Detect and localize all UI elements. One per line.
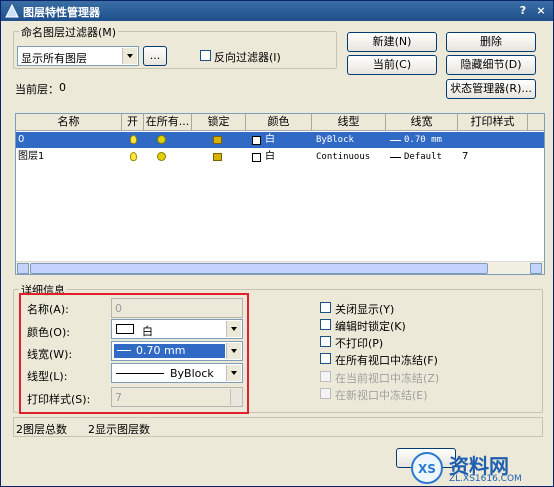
current-layer-value: 0 <box>59 81 66 94</box>
layer-name: 图层1 <box>18 151 45 162</box>
name-value: 0 <box>115 302 122 315</box>
layer-linetype[interactable]: ByBlock <box>316 132 354 148</box>
watermark-url: ZL.XS1616.COM <box>449 474 522 484</box>
lightbulb-icon[interactable] <box>130 152 137 161</box>
status-bar: 2图层总数 2显示图层数 <box>13 417 543 437</box>
shown-layers: 2显示图层数 <box>88 423 150 436</box>
col-plotstyle[interactable]: 打印样式 <box>458 114 528 131</box>
layer-linetype[interactable]: Continuous <box>316 149 370 165</box>
layer-plotstyle: 7 <box>462 151 469 162</box>
name-field: 0 <box>111 298 243 318</box>
lineweight-select[interactable]: 0.70 mm <box>111 341 243 361</box>
new-layer-button[interactable]: 新建(N) <box>347 32 437 52</box>
watermark-logo-icon: XS <box>411 452 443 484</box>
chevron-down-icon <box>122 48 137 64</box>
invert-filter-checkbox[interactable] <box>200 50 211 61</box>
checkbox-noplot[interactable] <box>320 336 331 347</box>
color-swatch[interactable] <box>252 136 261 145</box>
sun-icon[interactable] <box>157 152 166 161</box>
lightbulb-icon[interactable] <box>130 135 137 144</box>
plotstyle-field: 7 <box>111 387 243 407</box>
plotstyle-value: 7 <box>115 391 122 404</box>
col-linetype[interactable]: 线型 <box>312 114 386 131</box>
chevron-down-icon <box>226 321 241 337</box>
watermark: XS 资料网 ZL.XS1616.COM <box>409 449 553 487</box>
help-button[interactable]: ? <box>516 4 530 18</box>
window-title: 图层特性管理器 <box>23 6 100 19</box>
total-layers: 2图层总数 <box>16 423 67 436</box>
filter-browse-button[interactable]: ... <box>143 46 167 66</box>
lineweight-value: 0.70 mm <box>136 344 186 357</box>
checkbox-label: 在当前视口中冻结(Z) <box>335 372 440 385</box>
lock-icon[interactable] <box>213 136 222 144</box>
col-lineweight[interactable]: 线宽 <box>386 114 458 131</box>
layer-color: 白 <box>265 134 275 145</box>
checkbox-off[interactable] <box>320 302 331 313</box>
linetype-value: ByBlock <box>170 367 214 380</box>
linetype-line <box>116 373 164 374</box>
col-color[interactable]: 颜色 <box>246 114 312 131</box>
table-row[interactable]: 图层1 白 Continuous Default 7 <box>16 149 544 165</box>
checkbox-label: 在新视口中冻结(E) <box>335 389 428 402</box>
checkbox-label: 在所有视口中冻结(F) <box>335 354 438 367</box>
set-current-button[interactable]: 当前(C) <box>347 55 437 75</box>
app-icon <box>5 4 19 18</box>
layer-color: 白 <box>265 151 275 162</box>
checkbox-label: 关闭显示(Y) <box>335 303 395 316</box>
col-freeze-all[interactable]: 在所有... <box>144 114 192 131</box>
invert-filter-label: 反向过滤器(I) <box>214 51 281 64</box>
filter-group-label: 命名图层过滤器(M) <box>19 24 119 40</box>
chevron-down-icon <box>226 343 241 359</box>
checkbox-label: 不打印(P) <box>335 337 384 350</box>
linetype-label: 线型(L): <box>27 370 68 383</box>
layer-properties-window: 图层特性管理器 ? × 命名图层过滤器(M) 显示所有图层 ... 反向过滤器(… <box>0 0 554 487</box>
lineweight-selected: 0.70 mm <box>114 344 225 358</box>
plotstyle-label: 打印样式(S): <box>27 393 91 406</box>
table-header: 名称 开 在所有... 锁定 颜色 线型 线宽 打印样式 <box>16 114 544 131</box>
delete-layer-button[interactable]: 删除 <box>446 32 536 52</box>
svg-text:XS: XS <box>418 462 436 476</box>
chevron-down-icon <box>226 365 241 381</box>
linetype-select[interactable]: ByBlock <box>111 363 243 383</box>
layer-lineweight[interactable]: 0.70 mm <box>404 132 442 148</box>
col-lock[interactable]: 锁定 <box>192 114 246 131</box>
color-swatch <box>116 324 134 334</box>
lock-icon[interactable] <box>213 153 222 161</box>
filter-select-value: 显示所有图层 <box>21 52 87 65</box>
lineweight-line <box>390 140 401 141</box>
checkbox-lock[interactable] <box>320 319 331 330</box>
lineweight-label: 线宽(W): <box>27 348 73 361</box>
scroll-left-icon[interactable] <box>17 263 29 274</box>
checkbox-freeze-new <box>320 388 331 399</box>
lineweight-line <box>117 350 131 351</box>
layer-name: 0 <box>18 134 25 145</box>
horizontal-scrollbar[interactable] <box>16 261 544 274</box>
plotstyle-scroll <box>230 389 241 405</box>
current-layer-label: 当前层： <box>15 83 59 96</box>
checkbox-freeze-all[interactable] <box>320 353 331 364</box>
layer-table[interactable]: 名称 开 在所有... 锁定 颜色 线型 线宽 打印样式 0 白 ByBlock… <box>15 113 545 275</box>
title-bar: 图层特性管理器 ? × <box>1 1 553 21</box>
color-select[interactable]: 白 <box>111 319 243 339</box>
name-label: 名称(A): <box>27 303 69 316</box>
color-value: 白 <box>142 325 153 338</box>
lineweight-line <box>390 157 401 158</box>
close-button[interactable]: × <box>534 4 548 18</box>
col-on[interactable]: 开 <box>122 114 144 131</box>
checkbox-freeze-current <box>320 371 331 382</box>
scroll-right-icon[interactable] <box>530 263 542 274</box>
checkbox-label: 编辑时锁定(K) <box>335 320 406 333</box>
state-manager-button[interactable]: 状态管理器(R)... <box>446 79 536 99</box>
layer-lineweight[interactable]: Default <box>404 149 442 165</box>
color-swatch[interactable] <box>252 153 261 162</box>
table-row[interactable]: 0 白 ByBlock 0.70 mm <box>16 132 544 148</box>
sun-icon[interactable] <box>157 135 166 144</box>
hide-details-button[interactable]: 隐藏细节(D) <box>446 55 536 75</box>
filter-select[interactable]: 显示所有图层 <box>17 46 139 66</box>
col-name[interactable]: 名称 <box>16 114 122 131</box>
scroll-thumb[interactable] <box>30 263 488 274</box>
color-label: 颜色(O): <box>27 326 70 339</box>
